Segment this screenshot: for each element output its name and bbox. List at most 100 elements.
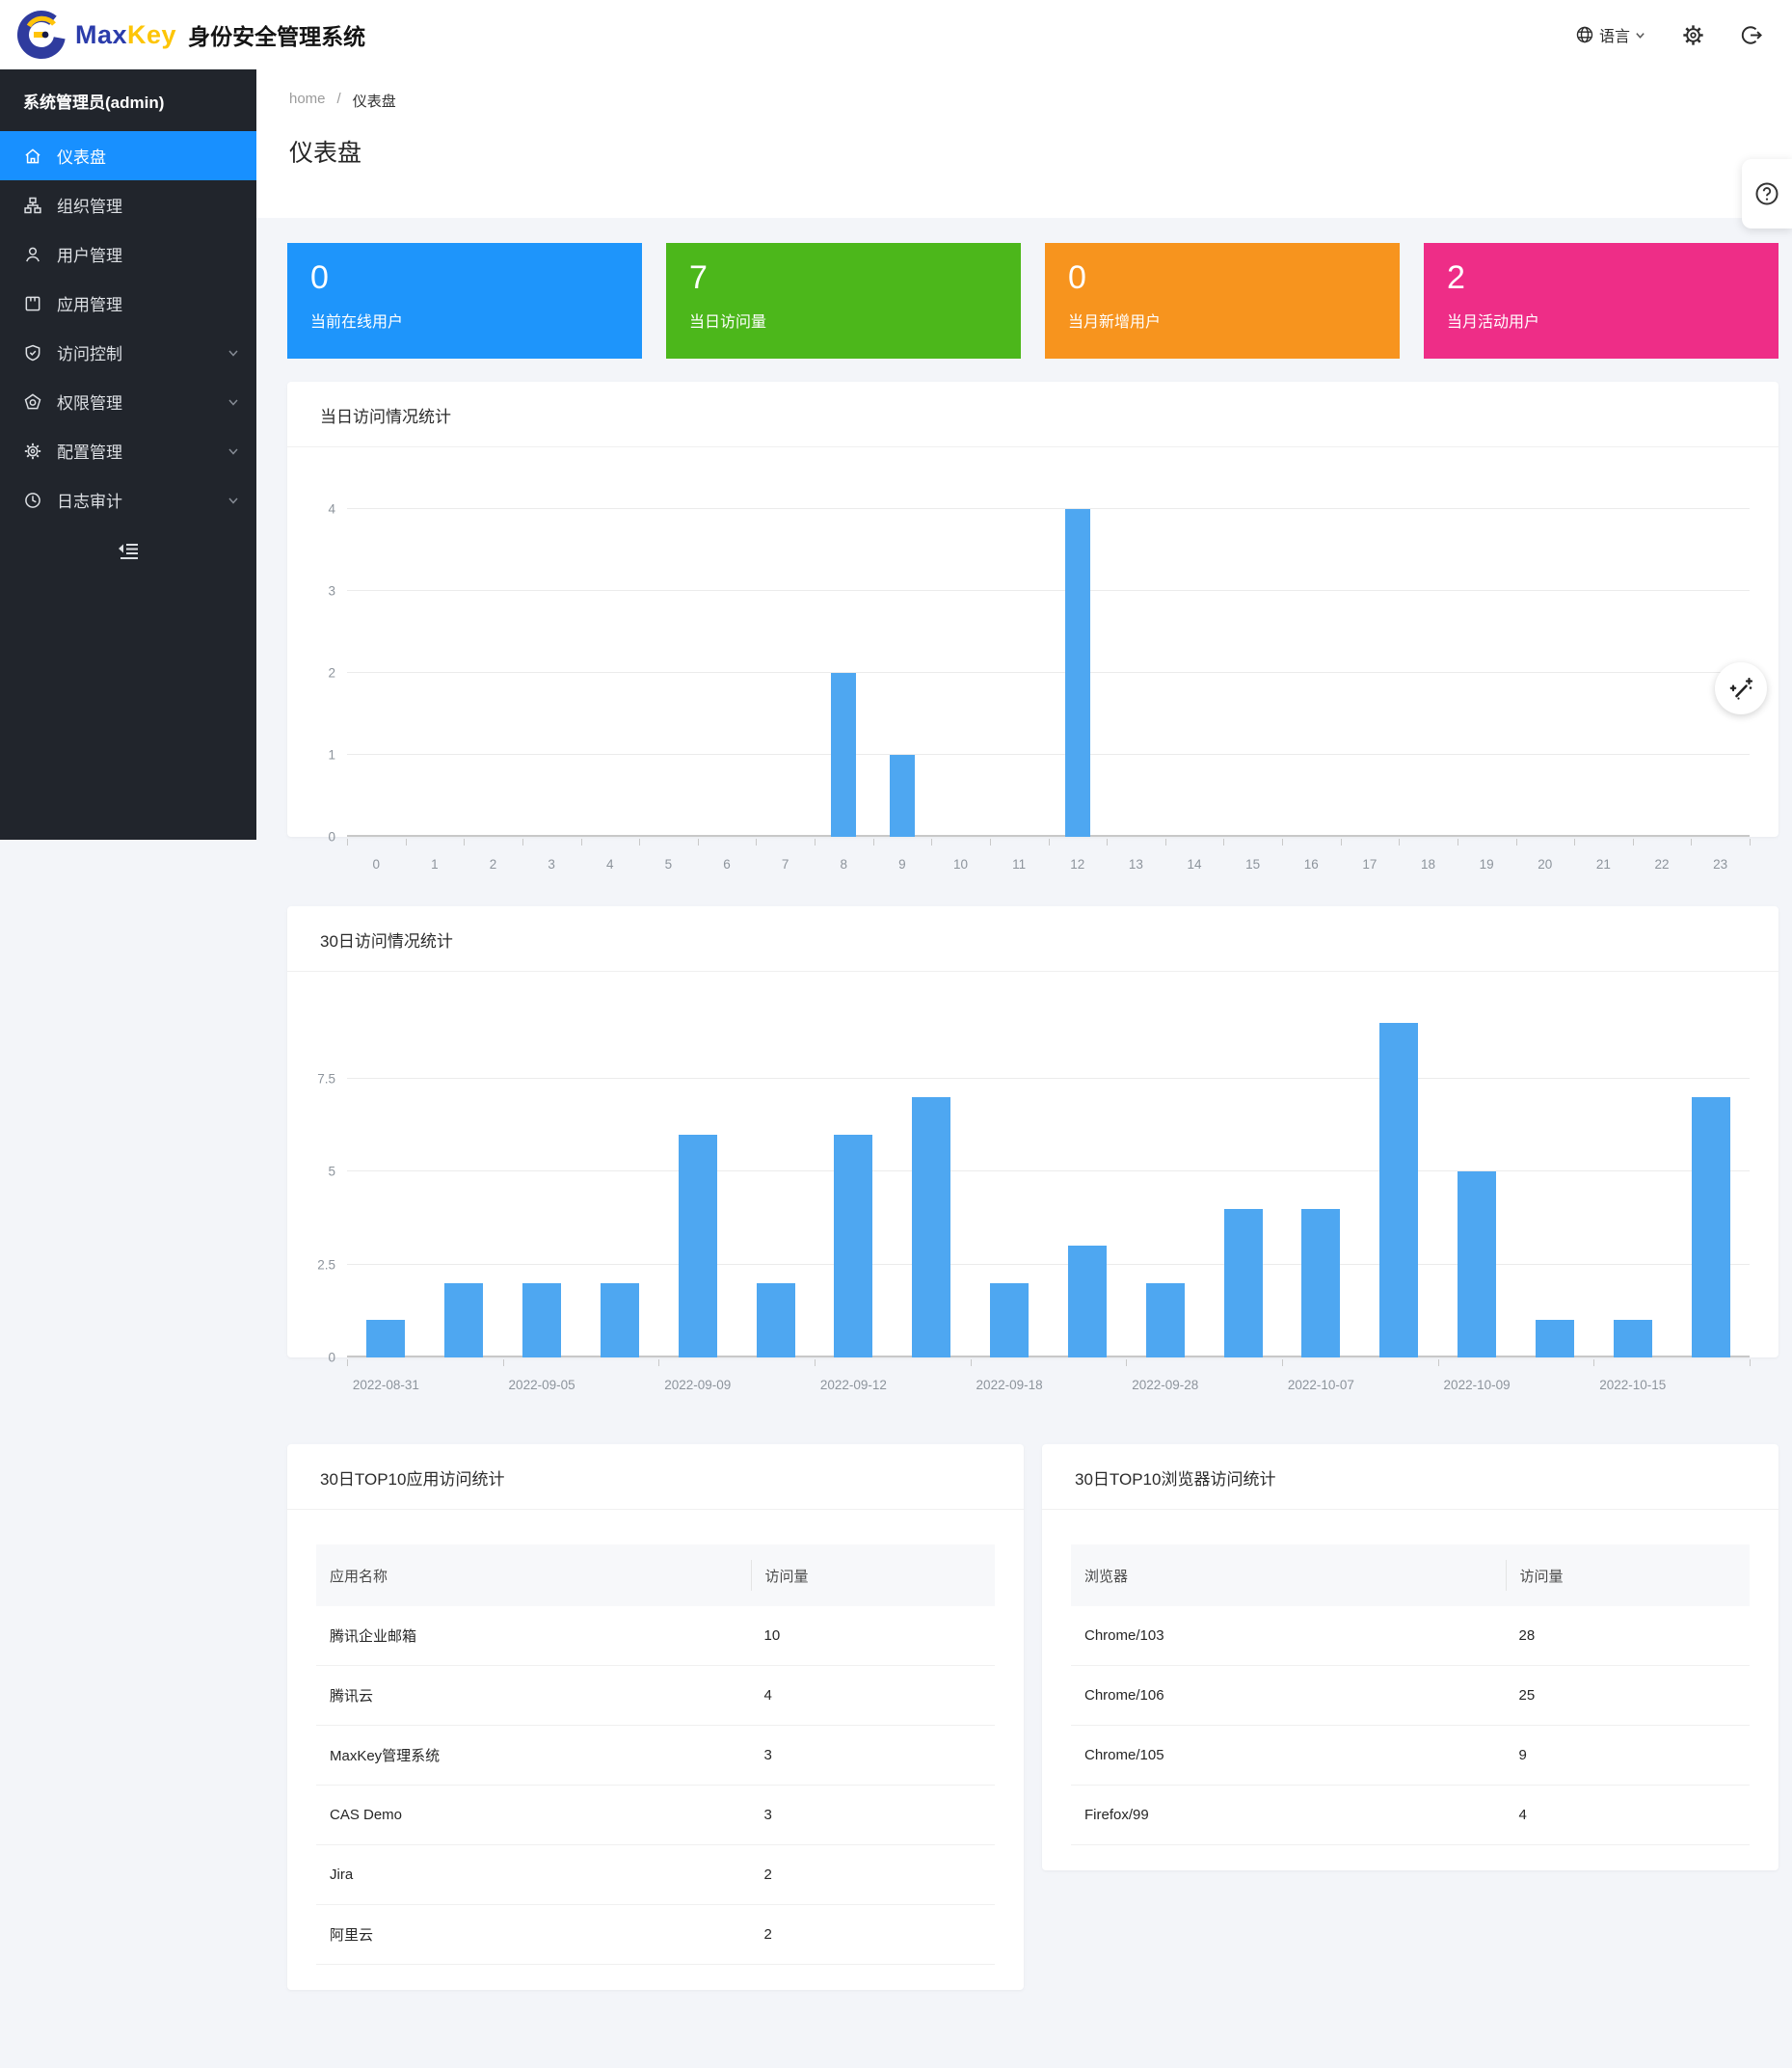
axis-tick xyxy=(503,1359,504,1366)
sidebar-item-2[interactable]: 用户管理 xyxy=(0,229,256,279)
x-axis-label: 6 xyxy=(723,857,731,872)
chart-bar xyxy=(366,1320,405,1357)
breadcrumb-separator: / xyxy=(337,91,341,111)
stat-cards-row: 0 当前在线用户 7当日访问量0当月新增用户 2 当月活动用户 xyxy=(287,243,1779,359)
x-axis-label: 2022-10-09 xyxy=(1444,1378,1511,1392)
breadcrumb-home[interactable]: home xyxy=(289,91,326,111)
y-axis-label: 4 xyxy=(328,502,335,517)
row-name-cell: CAS Demo xyxy=(316,1807,751,1823)
sidebar-item-6[interactable]: 配置管理 xyxy=(0,426,256,475)
sidebar: 系统管理员(admin) 仪表盘组织管理用户管理应用管理访问控制权限管理配置管理… xyxy=(0,69,256,840)
chart-plot: 02.557.52022-08-312022-09-052022-09-0920… xyxy=(347,997,1750,1357)
logout-button[interactable] xyxy=(1741,24,1763,46)
settings-button[interactable] xyxy=(1682,24,1704,46)
brand-text: MaxKey xyxy=(75,20,176,50)
help-button[interactable] xyxy=(1742,159,1792,228)
magic-wand-button[interactable] xyxy=(1715,662,1767,714)
shield-check-icon xyxy=(23,343,42,363)
chart-bar xyxy=(912,1097,950,1357)
x-axis-label: 2022-09-05 xyxy=(509,1378,575,1392)
y-axis-label: 1 xyxy=(328,748,335,763)
app-icon xyxy=(23,294,42,313)
chart-bar xyxy=(601,1283,639,1357)
sidebar-item-5[interactable]: 权限管理 xyxy=(0,377,256,426)
chevron-down-icon xyxy=(227,396,239,408)
chart-bar xyxy=(1614,1320,1652,1357)
sidebar-item-label: 仪表盘 xyxy=(57,144,106,168)
x-axis-label: 14 xyxy=(1188,857,1202,872)
column-header: 访问量 xyxy=(751,1560,995,1591)
row-value-cell: 2 xyxy=(751,1867,995,1883)
magic-wand-icon xyxy=(1726,674,1755,703)
x-axis-label: 11 xyxy=(1012,857,1026,872)
stat-value: 2 xyxy=(1447,258,1779,297)
y-axis-label: 5 xyxy=(328,1165,335,1179)
stat-card-1: 7当日访问量 xyxy=(666,243,1021,359)
x-axis-label: 2022-10-15 xyxy=(1599,1378,1666,1392)
sidebar-nav: 仪表盘组织管理用户管理应用管理访问控制权限管理配置管理日志审计 xyxy=(0,131,256,524)
axis-tick xyxy=(1165,839,1166,846)
row-name-cell: 腾讯云 xyxy=(316,1685,751,1705)
chart-panel-30day: 30日访问情况统计 02.557.52022-08-312022-09-0520… xyxy=(287,906,1779,1357)
language-menu[interactable]: 语言 xyxy=(1575,23,1645,46)
axis-tick xyxy=(1126,1359,1127,1366)
stat-value: 0 xyxy=(1068,258,1400,297)
chart-bar xyxy=(1536,1320,1574,1357)
chart-bar xyxy=(1692,1097,1730,1357)
axis-tick xyxy=(1691,839,1692,846)
axis-tick xyxy=(1438,1359,1439,1366)
gridline: 2 xyxy=(347,672,1750,673)
x-axis-label: 0 xyxy=(373,857,381,872)
row-value-cell: 9 xyxy=(1506,1747,1750,1763)
stat-label: 当前在线用户 xyxy=(310,309,642,332)
x-axis-label: 4 xyxy=(606,857,614,872)
row-value-cell: 4 xyxy=(751,1687,995,1704)
sidebar-item-4[interactable]: 访问控制 xyxy=(0,328,256,377)
top-header: MaxKey 身份安全管理系统 语言 xyxy=(0,0,1792,69)
table-header-row: 应用名称访问量 xyxy=(316,1544,995,1606)
table-row: 腾讯企业邮箱10 xyxy=(316,1606,995,1666)
chart-bar xyxy=(1068,1246,1107,1357)
chevron-down-icon xyxy=(1635,30,1645,40)
axis-tick xyxy=(347,839,348,846)
gridline: 7.5 xyxy=(347,1078,1750,1079)
row-value-cell: 2 xyxy=(751,1926,995,1943)
home-icon xyxy=(23,147,42,166)
question-circle-icon xyxy=(1753,180,1780,207)
x-axis-label: 9 xyxy=(898,857,906,872)
row-value-cell: 10 xyxy=(751,1627,995,1644)
axis-tick xyxy=(1049,839,1050,846)
row-value-cell: 3 xyxy=(751,1747,995,1763)
stat-card-2: 0当月新增用户 xyxy=(1045,243,1400,359)
permission-icon xyxy=(23,392,42,412)
divider xyxy=(287,446,1779,447)
sidebar-item-0[interactable]: 仪表盘 xyxy=(0,131,256,180)
chevron-down-icon xyxy=(227,347,239,359)
row-name-cell: 腾讯企业邮箱 xyxy=(316,1625,751,1646)
table-row: Jira2 xyxy=(316,1845,995,1905)
stat-label: 当月活动用户 xyxy=(1447,309,1779,332)
sidebar-item-7[interactable]: 日志审计 xyxy=(0,475,256,524)
axis-tick xyxy=(347,1359,348,1366)
page-head: home / 仪表盘 仪表盘 xyxy=(256,69,1792,218)
menu-collapse-button[interactable] xyxy=(116,540,141,563)
chart-bar xyxy=(679,1135,717,1357)
chart-bar xyxy=(834,1135,872,1357)
row-value-cell: 4 xyxy=(1506,1807,1750,1823)
row-value-cell: 3 xyxy=(751,1807,995,1823)
column-header: 访问量 xyxy=(1506,1560,1750,1591)
y-axis-label: 3 xyxy=(328,584,335,599)
x-axis-label: 2022-09-28 xyxy=(1132,1378,1198,1392)
user-icon xyxy=(23,245,42,264)
chart-bar xyxy=(990,1283,1029,1357)
column-header: 应用名称 xyxy=(316,1566,751,1586)
sidebar-item-3[interactable]: 应用管理 xyxy=(0,279,256,328)
axis-tick xyxy=(698,839,699,846)
sidebar-item-1[interactable]: 组织管理 xyxy=(0,180,256,229)
table-title: 30日TOP10应用访问统计 xyxy=(287,1444,1024,1509)
gridline: 2.5 xyxy=(347,1264,1750,1265)
daily-visits-chart: 0123401234567891011121314151617181920212… xyxy=(287,509,1779,837)
tables-row: 30日TOP10应用访问统计 应用名称访问量腾讯企业邮箱10腾讯云4MaxKey… xyxy=(287,1421,1779,1990)
axis-tick xyxy=(639,839,640,846)
chart-bar xyxy=(1146,1283,1185,1357)
